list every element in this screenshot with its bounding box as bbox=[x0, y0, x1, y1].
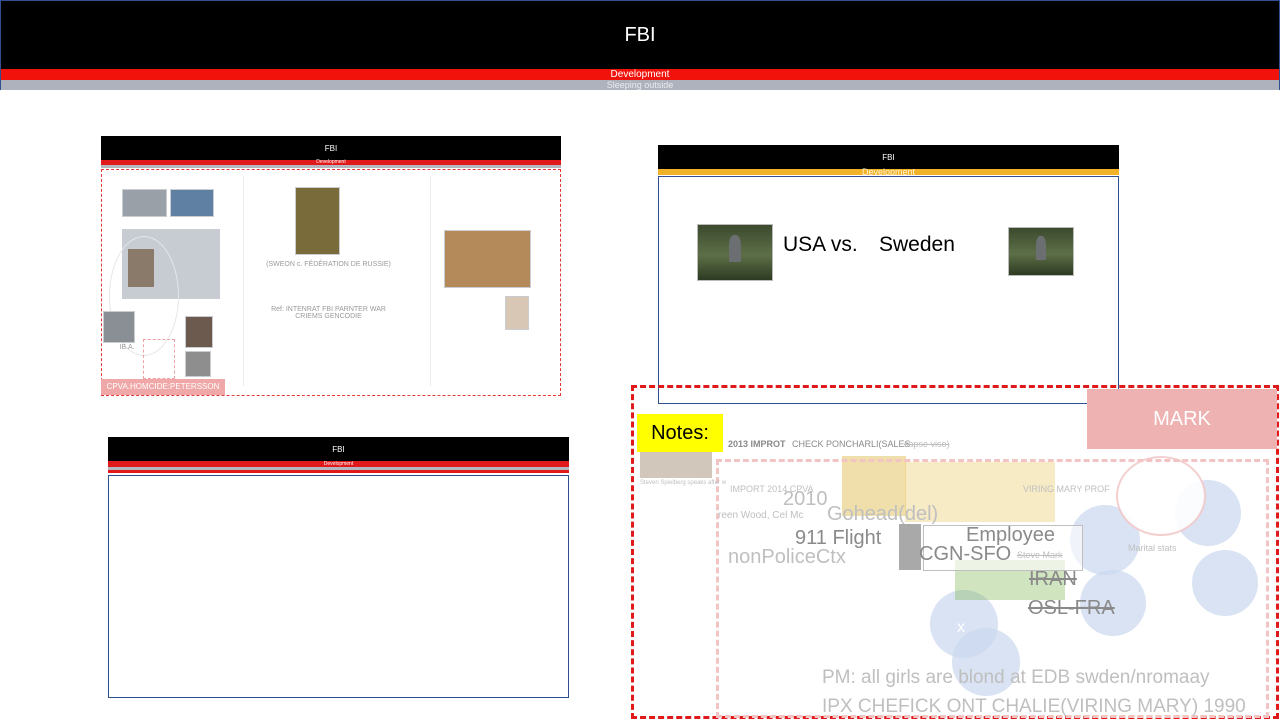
banner-title: FBI bbox=[1, 1, 1279, 69]
slide-b-red-bar bbox=[108, 470, 569, 473]
un-speaker-photo-right bbox=[1008, 227, 1074, 276]
person-photo bbox=[185, 351, 211, 377]
reference-note: Ref: INTENRAT FBI PARNTER WAR CRIEMS GEN… bbox=[271, 306, 386, 320]
note-osl-fra: OSL-FRA bbox=[1028, 597, 1115, 619]
column-divider bbox=[243, 176, 244, 386]
ceremony-photo bbox=[444, 230, 531, 288]
slide-a-title: FBI bbox=[101, 136, 561, 160]
slide-header-banner: FBI Development Sleeping outside bbox=[0, 0, 1280, 90]
case-tag: CPVA.HOMCIDE:PETERSSON bbox=[101, 379, 225, 395]
note-iran: IRAN bbox=[1029, 568, 1077, 590]
mona-lisa-image bbox=[295, 187, 340, 255]
note-marital: Marital stats bbox=[1128, 543, 1177, 553]
note-2013-check: CHECK PONCHARLI(SALES bbox=[792, 439, 911, 449]
note-import-tail: VIRING MARY PROF bbox=[1023, 484, 1110, 494]
small-portrait bbox=[505, 296, 529, 330]
slide-thumbnail-b[interactable]: FBI Development bbox=[108, 437, 569, 698]
note-year-2010: 2010 bbox=[783, 488, 828, 510]
slide-c-bar-label: Development bbox=[658, 168, 1119, 177]
slide-a-grey-bar bbox=[101, 165, 561, 168]
slide-thumbnail-a[interactable]: FBI Development IB.A. (SWEON c. FÉDÉRATI… bbox=[101, 136, 561, 396]
note-x-mark: x bbox=[957, 619, 965, 636]
usa-vs-label: USA vs. bbox=[783, 233, 858, 256]
person-photo bbox=[103, 311, 135, 343]
slide-b-title: FBI bbox=[108, 437, 569, 461]
sweden-label: Sweden bbox=[879, 233, 955, 256]
case-caption: (SWEON c. FÉDÉRATION DE RUSSIE) bbox=[266, 261, 391, 268]
un-speaker-photo-left bbox=[697, 224, 773, 281]
note-ipx-line: IPX CHEFICK ONT CHALIE(VIRING MARY) 1990 bbox=[822, 696, 1246, 717]
grey-marker bbox=[899, 524, 921, 570]
note-2013-struck: sapse viso) bbox=[904, 439, 950, 449]
news-photo bbox=[122, 189, 167, 217]
slide-c-title: FBI bbox=[658, 145, 1119, 169]
slide-b-frame bbox=[108, 475, 569, 698]
note-pm-line: PM: all girls are blond at EDB swden/nro… bbox=[822, 667, 1210, 688]
note-nonpolice: nonPoliceCtx bbox=[728, 546, 846, 568]
note-steve-mark: Steve Mark bbox=[1017, 550, 1063, 560]
note-gohead: Gohead(del) bbox=[827, 503, 939, 525]
iba-label: IB.A. bbox=[119, 344, 135, 351]
news-photo bbox=[170, 189, 214, 217]
dashed-highlight bbox=[143, 339, 175, 379]
note-small-left: Steven Spielberg speaks after w bbox=[640, 480, 727, 486]
slide-c-frame bbox=[658, 176, 1119, 404]
note-cgn-sfo: CGN-SFO bbox=[919, 543, 1012, 565]
banner-subtitle: Development bbox=[1, 69, 1279, 80]
notes-label: Notes: bbox=[637, 414, 723, 452]
note-2013-year: 2013 IMPROT bbox=[728, 439, 786, 449]
banner-subtitle-secondary: Sleeping outside bbox=[1, 80, 1279, 90]
column-divider bbox=[430, 176, 431, 386]
mark-box: MARK bbox=[1087, 389, 1277, 449]
note-green-wood: reen Wood, Cel Mc bbox=[718, 510, 804, 521]
person-photo bbox=[185, 316, 213, 348]
